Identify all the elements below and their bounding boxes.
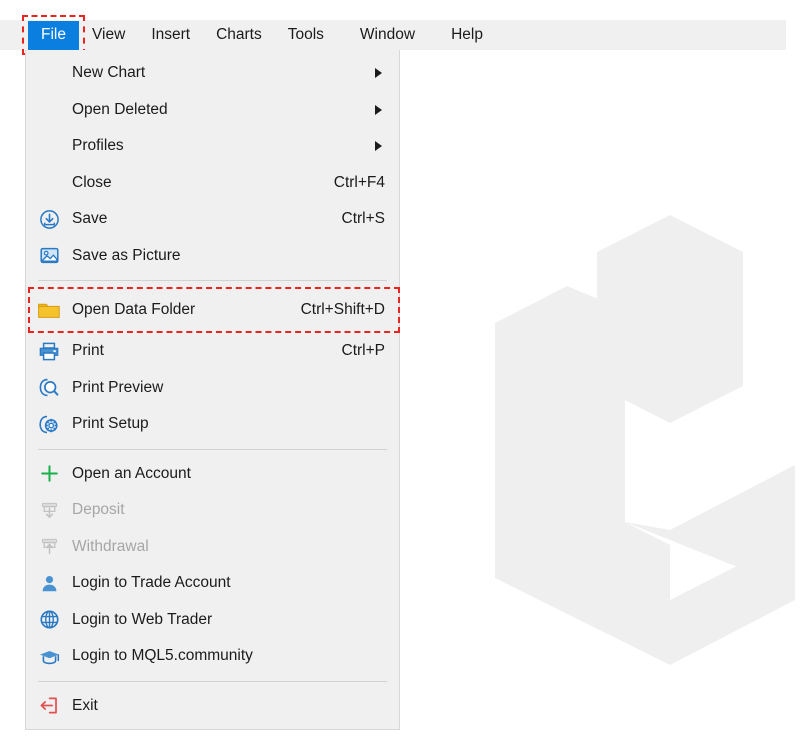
menubar-item-insert[interactable]: Insert	[138, 21, 203, 50]
menu-item-print-setup[interactable]: Print Setup	[26, 406, 399, 443]
menu-item-shortcut: Ctrl+S	[342, 210, 390, 228]
menu-item-label: Close	[72, 174, 334, 192]
menu-item-withdrawal: Withdrawal	[26, 529, 399, 566]
person-icon	[26, 573, 72, 594]
menu-item-label: Exit	[72, 697, 389, 715]
menu-item-profiles[interactable]: Profiles	[26, 128, 399, 165]
folder-icon	[26, 300, 72, 321]
menubar-item-charts[interactable]: Charts	[203, 21, 275, 50]
menu-item-print-preview[interactable]: Print Preview	[26, 370, 399, 407]
exit-icon	[26, 695, 72, 716]
menu-item-close[interactable]: Close Ctrl+F4	[26, 165, 399, 202]
menu-item-label: Withdrawal	[72, 538, 389, 556]
menu-item-login-to-mql5-community[interactable]: Login to MQL5.community	[26, 638, 399, 675]
menu-item-label: Deposit	[72, 501, 389, 519]
menu-item-shortcut: Ctrl+P	[342, 342, 390, 360]
picture-icon	[26, 245, 72, 266]
printer-icon	[26, 341, 72, 362]
globe-icon	[26, 609, 72, 630]
menu-item-label: Print	[72, 342, 342, 360]
withdrawal-icon	[26, 536, 72, 557]
menu-separator	[38, 681, 387, 682]
menu-item-shortcut: Ctrl+F4	[334, 174, 389, 192]
graduation-cap-icon	[26, 646, 72, 667]
menu-item-label: New Chart	[72, 64, 367, 82]
menu-item-label: Profiles	[72, 137, 367, 155]
submenu-arrow-icon	[367, 105, 389, 115]
menubar-item-file[interactable]: File	[28, 21, 79, 50]
file-dropdown-menu: New Chart Open Deleted Profiles Close Ct…	[25, 50, 400, 730]
menu-item-open-deleted[interactable]: Open Deleted	[26, 92, 399, 129]
menu-item-label: Print Preview	[72, 379, 389, 397]
menu-separator	[38, 449, 387, 450]
menu-item-new-chart[interactable]: New Chart	[26, 55, 399, 92]
submenu-arrow-icon	[367, 141, 389, 151]
menu-item-shortcut: Ctrl+Shift+D	[301, 301, 389, 319]
menu-item-label: Open Deleted	[72, 101, 367, 119]
print-preview-icon	[26, 377, 72, 398]
main-menubar: File View Insert Charts Tools Window Hel…	[0, 20, 786, 50]
menu-item-label: Save	[72, 210, 342, 228]
menubar-item-help[interactable]: Help	[438, 21, 496, 50]
menu-item-open-an-account[interactable]: Open an Account	[26, 456, 399, 493]
menu-item-save[interactable]: Save Ctrl+S	[26, 201, 399, 238]
save-icon	[26, 209, 72, 230]
menu-item-save-as-picture[interactable]: Save as Picture	[26, 238, 399, 275]
menu-item-label: Login to Web Trader	[72, 611, 389, 629]
menu-item-label: Open an Account	[72, 465, 389, 483]
menu-item-label: Print Setup	[72, 415, 389, 433]
menu-item-print[interactable]: Print Ctrl+P	[26, 333, 399, 370]
menubar-item-window[interactable]: Window	[347, 21, 428, 50]
menubar-item-file-wrapper: File	[28, 21, 79, 50]
deposit-icon	[26, 500, 72, 521]
menu-item-login-to-web-trader[interactable]: Login to Web Trader	[26, 602, 399, 639]
menu-item-label: Login to MQL5.community	[72, 647, 389, 665]
menu-item-open-data-folder[interactable]: Open Data Folder Ctrl+Shift+D	[26, 287, 399, 333]
menu-item-label: Open Data Folder	[72, 301, 301, 319]
menu-item-login-to-trade-account[interactable]: Login to Trade Account	[26, 565, 399, 602]
menu-item-label: Save as Picture	[72, 247, 389, 265]
metatrader-logo-watermark	[495, 200, 795, 720]
menu-item-exit[interactable]: Exit	[26, 688, 399, 725]
menubar-item-view[interactable]: View	[79, 21, 138, 50]
menu-item-deposit: Deposit	[26, 492, 399, 529]
submenu-arrow-icon	[367, 68, 389, 78]
menubar-item-tools[interactable]: Tools	[275, 21, 337, 50]
print-setup-icon	[26, 414, 72, 435]
menu-separator	[38, 280, 387, 281]
plus-icon	[26, 463, 72, 484]
menu-item-label: Login to Trade Account	[72, 574, 389, 592]
